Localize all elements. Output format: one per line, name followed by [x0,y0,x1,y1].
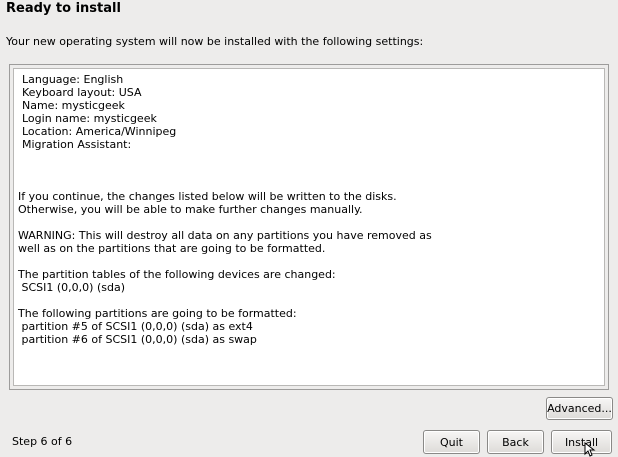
summary-line-language: Language: English [22,73,124,86]
summary-line-continue: If you continue, the changes listed belo… [18,190,397,203]
install-summary-textbox[interactable]: Language: English Keyboard layout: USA N… [13,68,605,386]
summary-line-partition-5: partition #5 of SCSI1 (0,0,0) (sda) as e… [18,320,253,333]
summary-line-otherwise: Otherwise, you will be able to make furt… [18,203,363,216]
summary-line-name: Name: mysticgeek [22,99,125,112]
mouse-pointer-icon [584,442,596,457]
summary-line-warning: WARNING: This will destroy all data on a… [18,229,432,242]
summary-line-login: Login name: mysticgeek [22,112,157,125]
summary-line-device: SCSI1 (0,0,0) (sda) [18,281,125,294]
summary-line-keyboard: Keyboard layout: USA [22,86,142,99]
summary-frame: Language: English Keyboard layout: USA N… [9,64,609,390]
advanced-button[interactable]: Advanced... [546,397,613,420]
step-indicator: Step 6 of 6 [12,435,73,448]
summary-line-migration: Migration Assistant: [22,138,132,151]
summary-line-partition-tables: The partition tables of the following de… [18,268,336,281]
install-button[interactable]: Install [551,430,612,454]
quit-button[interactable]: Quit [423,430,480,454]
back-button[interactable]: Back [487,430,544,454]
summary-line-formatted: The following partitions are going to be… [18,307,297,320]
summary-line-location: Location: America/Winnipeg [22,125,177,138]
summary-line-partition-6: partition #6 of SCSI1 (0,0,0) (sda) as s… [18,333,257,346]
page-title: Ready to install [6,1,121,16]
summary-line-warning-cont: well as on the partitions that are going… [18,242,326,255]
intro-text: Your new operating system will now be in… [6,35,424,48]
